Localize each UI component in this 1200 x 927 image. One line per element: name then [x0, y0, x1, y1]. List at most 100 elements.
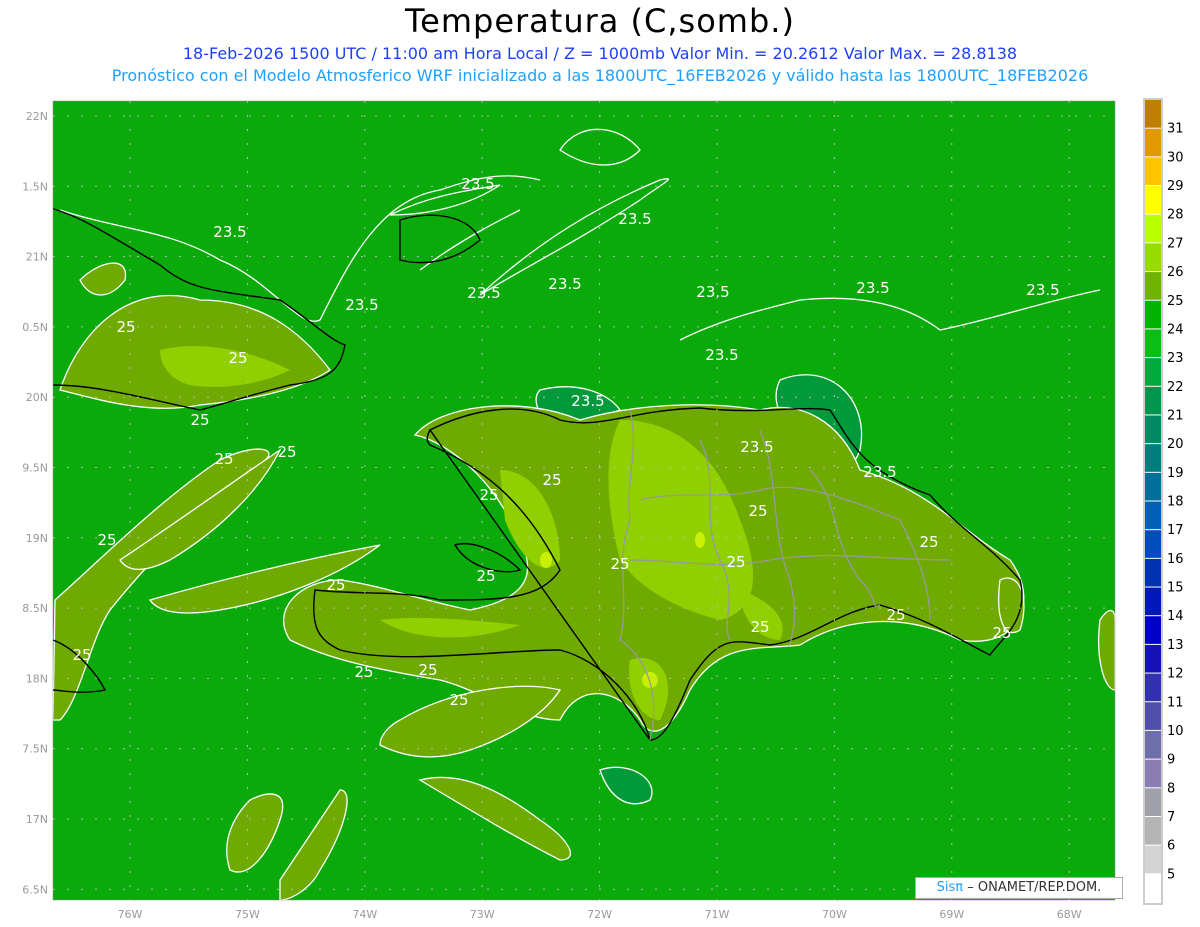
colorbar-swatch: [1145, 386, 1161, 415]
contour-label: 23.5: [618, 210, 651, 228]
colorbar-swatch: [1145, 358, 1161, 386]
lat-label: 17N: [26, 813, 48, 826]
lon-label: 73W: [470, 908, 495, 921]
colorbar-swatch: [1145, 644, 1161, 673]
colorbar-label: 8: [1167, 781, 1175, 796]
colorbar-label: 19: [1167, 466, 1184, 481]
map-title: Temperatura (C,somb.): [405, 2, 795, 40]
lat-label: 21N: [26, 251, 48, 264]
colorbar-swatch: [1145, 128, 1161, 157]
lat-label: 6.5N: [22, 883, 48, 896]
contour-label: 23.5: [740, 438, 773, 456]
contour-label: 25: [919, 533, 938, 551]
contour-label: 23.5: [467, 284, 500, 302]
sispi-logo: Sisπ: [936, 880, 964, 895]
contour-label: 25: [542, 471, 561, 489]
colorbar-label: 12: [1167, 667, 1184, 682]
colorbar-swatch: [1145, 472, 1161, 501]
contour-label: 23.5: [863, 463, 896, 481]
colorbar-label: 7: [1167, 810, 1175, 825]
colorbar-label: 27: [1167, 236, 1184, 251]
lat-label: 8.5N: [22, 602, 48, 615]
colorbar-label: 9: [1167, 753, 1175, 768]
colorbar-label: 15: [1167, 581, 1184, 596]
colorbar-swatch: [1145, 100, 1161, 128]
lon-label: 75W: [235, 908, 260, 921]
contour-label: 25: [326, 576, 345, 594]
contour-label: 25: [479, 486, 498, 504]
lat-label: 19N: [26, 532, 48, 545]
colorbar-swatch: [1145, 157, 1161, 186]
colorbar-label: 18: [1167, 495, 1184, 510]
colorbar-label: 28: [1167, 208, 1184, 223]
valid-time-info: 18-Feb-2026 1500 UTC / 11:00 am Hora Loc…: [182, 44, 1018, 63]
colorbar-label: 5: [1167, 867, 1175, 882]
contour-label: 25: [476, 567, 495, 585]
lat-label: 0.5N: [22, 321, 48, 334]
colorbar-swatch: [1145, 243, 1161, 272]
contour-label: 23.5: [571, 392, 604, 410]
colorbar-label: 6: [1167, 839, 1175, 854]
colorbar-swatch: [1145, 329, 1161, 358]
colorbar-swatch: [1145, 730, 1161, 759]
colorbar-swatch: [1145, 415, 1161, 444]
contour-label: 25: [750, 618, 769, 636]
colorbar-label: 13: [1167, 638, 1184, 653]
longitude-labels: 76W 75W 74W 73W 72W 71W 70W 69W 68W: [118, 908, 1082, 921]
lat-label: 20N: [26, 391, 48, 404]
lat-label: 7.5N: [22, 743, 48, 756]
temperature-map: 23.5 23.5 23.5 23.5 23.5 23.5 23.5 23.5 23.5 23.5…: [22, 98, 1184, 921]
lon-label: 74W: [352, 908, 377, 921]
colorbar-label: 22: [1167, 380, 1184, 395]
colorbar-swatch: [1145, 587, 1161, 616]
contour-label: 25: [190, 411, 209, 429]
contour-label: 25: [726, 553, 745, 571]
colorbar-label: 23: [1167, 351, 1184, 366]
contour-label: 25: [354, 663, 373, 681]
contour-label: 25: [418, 661, 437, 679]
lat-label: 22N: [26, 110, 48, 123]
contour-label: 23.5: [856, 279, 889, 297]
colorbar-swatch: [1145, 558, 1161, 587]
colorbar-label: 29: [1167, 179, 1184, 194]
colorbar-label: 31: [1167, 122, 1184, 137]
colorbar-label: 16: [1167, 552, 1184, 567]
contour-label: 25: [992, 624, 1011, 642]
contour-label: 23.5: [705, 346, 738, 364]
contour-label: 25: [228, 349, 247, 367]
colorbar-label: 17: [1167, 523, 1184, 538]
colorbar-label: 20: [1167, 437, 1184, 452]
contour-label: 25: [886, 606, 905, 624]
contour-label: 25: [748, 502, 767, 520]
colorbar-swatch: [1145, 501, 1161, 530]
colorbar-legend: 31 30 29 28 27 26 25 24 23 22 21 20 19 18 17 16 15 14 13 12…: [1143, 98, 1184, 905]
colorbar-swatch: [1145, 702, 1161, 730]
lon-label: 70W: [822, 908, 847, 921]
colorbar-swatch: [1145, 530, 1161, 558]
lon-label: 76W: [118, 908, 143, 921]
lat-label: 18N: [26, 672, 48, 685]
colorbar-swatch: [1145, 673, 1161, 702]
credit-text: – ONAMET/REP.DOM.: [967, 880, 1102, 895]
latitude-labels: 22N 1.5N 21N 0.5N 20N 9.5N 19N 8.5N 18N 7.5N 17N 6.…: [22, 110, 48, 896]
colorbar-label: 25: [1167, 294, 1184, 309]
model-info: Pronóstico con el Modelo Atmosferico WRF…: [111, 66, 1089, 85]
colorbar-label: 14: [1167, 609, 1184, 624]
contour-label: 25: [116, 318, 135, 336]
colorbar-swatch: [1145, 272, 1161, 300]
colorbar-swatch: [1145, 214, 1161, 243]
lat-label: 1.5N: [22, 180, 48, 193]
contour-label: 23.5: [461, 175, 494, 193]
colorbar-swatch: [1145, 845, 1161, 874]
contour-label: 23.5: [213, 223, 246, 241]
contour-label: 25: [214, 450, 233, 468]
colorbar-label: 10: [1167, 724, 1184, 739]
contour-label: 23.5: [548, 275, 581, 293]
colorbar-swatch: [1145, 759, 1161, 788]
contour-label: 25: [277, 443, 296, 461]
contour-label: 25: [449, 691, 468, 709]
colorbar-label: 30: [1167, 150, 1184, 165]
colorbar-swatch: [1145, 300, 1161, 329]
contour-label: 23.5: [1026, 281, 1059, 299]
colorbar-swatch: [1145, 788, 1161, 816]
